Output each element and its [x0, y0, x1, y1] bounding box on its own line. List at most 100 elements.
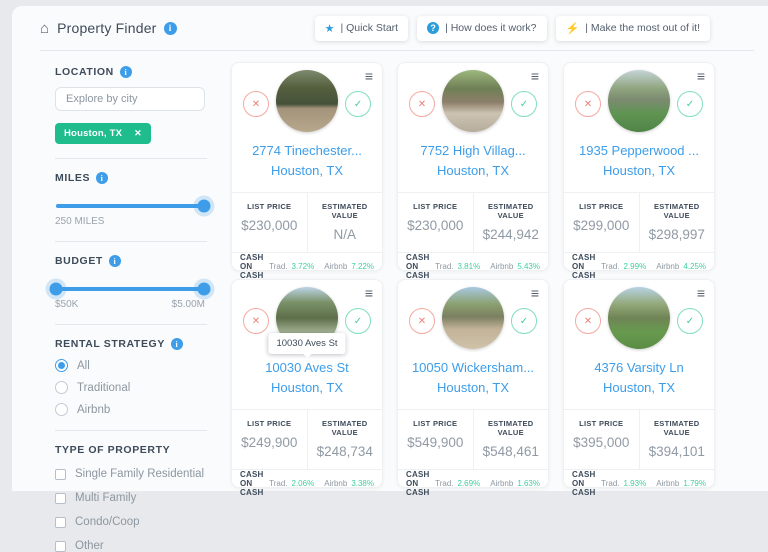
property-title-link[interactable]: 1935 Pepperwood ...: [570, 141, 708, 161]
card-titles: 2774 Tinechester... Houston, TX: [232, 137, 382, 192]
property-city-link[interactable]: Houston, TX: [404, 161, 542, 181]
city-search-input[interactable]: [55, 87, 205, 111]
property-photo[interactable]: [442, 70, 504, 132]
airbnb-pct: 3.38%: [351, 479, 374, 488]
radio-traditional[interactable]: Traditional: [55, 381, 218, 394]
budget-section-title: BUDGET i: [55, 255, 218, 267]
card-top: ✕ ✓: [564, 280, 714, 354]
location-info-icon[interactable]: i: [120, 66, 132, 78]
radio-all[interactable]: All: [55, 359, 218, 372]
property-city-link[interactable]: Houston, TX: [570, 378, 708, 398]
budget-min-value: $50K: [55, 299, 78, 310]
checkbox-other-control[interactable]: [55, 541, 66, 552]
budget-max-handle[interactable]: [198, 283, 211, 296]
radio-all-label: All: [77, 360, 90, 372]
info-icon[interactable]: i: [164, 22, 177, 35]
card-top: ✕ ✓: [564, 63, 714, 137]
checkbox-multi-family-control[interactable]: [55, 493, 66, 504]
quick-start-label: | Quick Start: [341, 22, 399, 34]
reject-property-button[interactable]: ✕: [409, 308, 435, 334]
property-city-link[interactable]: Houston, TX: [570, 161, 708, 181]
budget-info-icon[interactable]: i: [109, 255, 121, 267]
how-it-works-button[interactable]: ? | How does it work?: [417, 16, 546, 41]
cash-on-cash-label: CASH ON CASH: [406, 470, 431, 497]
cash-on-cash-row: CASH ON CASH Trad. 3.81% Airbnb 5.43%: [398, 252, 548, 280]
accept-property-button[interactable]: ✓: [511, 308, 537, 334]
location-tag[interactable]: Houston, TX ✕: [55, 123, 151, 144]
reject-property-button[interactable]: ✕: [575, 308, 601, 334]
checkbox-other[interactable]: Other: [55, 540, 218, 552]
budget-slider[interactable]: [56, 287, 204, 291]
miles-slider[interactable]: [56, 204, 204, 208]
airbnb-pct: 5.43%: [517, 262, 540, 271]
airbnb-pct: 1.79%: [683, 479, 706, 488]
location-section-title: LOCATION i: [55, 66, 218, 78]
list-price-stat: LIST PRICE $549,900: [398, 410, 474, 469]
make-most-button[interactable]: ⚡ | Make the most out of it!: [556, 16, 710, 41]
accept-property-button[interactable]: ✓: [345, 91, 371, 117]
cash-on-cash-label: CASH ON CASH: [572, 253, 597, 280]
property-title-link[interactable]: 10030 Aves St: [238, 358, 376, 378]
property-city-link[interactable]: Houston, TX: [238, 161, 376, 181]
accept-property-button[interactable]: ✓: [511, 91, 537, 117]
airbnb-label: Airbnb: [324, 479, 347, 488]
divider: [55, 324, 207, 325]
checkbox-single-family-control[interactable]: [55, 469, 66, 480]
quick-start-button[interactable]: ★ | Quick Start: [315, 16, 408, 41]
budget-min-handle[interactable]: [50, 283, 63, 296]
rental-strategy-info-icon[interactable]: i: [171, 338, 183, 350]
cash-on-cash-row: CASH ON CASH Trad. 2.99% Airbnb 4.25%: [564, 252, 714, 280]
card-top: ✕ ✓: [232, 63, 382, 137]
checkbox-other-label: Other: [75, 540, 104, 552]
property-card: ≡ ✕ ✓ 1935 Pepperwood ... Houston, TX LI…: [563, 62, 715, 271]
list-price-label: LIST PRICE: [234, 419, 305, 428]
checkbox-condo-coop[interactable]: Condo/Coop: [55, 516, 218, 528]
list-price-value: $395,000: [566, 435, 637, 450]
list-price-label: LIST PRICE: [234, 202, 305, 211]
estimated-value-value: $394,101: [642, 444, 713, 459]
property-photo[interactable]: [608, 70, 670, 132]
property-city-link[interactable]: Houston, TX: [238, 378, 376, 398]
list-price-value: $299,000: [566, 218, 637, 233]
reject-property-button[interactable]: ✕: [243, 91, 269, 117]
property-photo[interactable]: [608, 287, 670, 349]
radio-traditional-control[interactable]: [55, 381, 68, 394]
accept-property-button[interactable]: ✓: [677, 308, 703, 334]
page-title: Property Finder: [57, 20, 156, 36]
budget-slider-fill: [56, 287, 204, 291]
cash-on-cash-row: CASH ON CASH Trad. 1.93% Airbnb 1.79%: [564, 469, 714, 497]
reject-property-button[interactable]: ✕: [575, 91, 601, 117]
checkbox-multi-family[interactable]: Multi Family: [55, 492, 218, 504]
question-icon: ?: [427, 22, 439, 34]
trad-pct: 2.69%: [458, 479, 481, 488]
property-title-link[interactable]: 7752 High Villag...: [404, 141, 542, 161]
property-results-grid: ≡ ✕ ✓ 2774 Tinechester... Houston, TX LI…: [231, 62, 715, 488]
property-photo[interactable]: [442, 287, 504, 349]
miles-section-title: MILES i: [55, 172, 218, 184]
cash-on-cash-label: CASH ON CASH: [240, 470, 265, 497]
accept-property-button[interactable]: ✓: [345, 308, 371, 334]
list-price-stat: LIST PRICE $395,000: [564, 410, 640, 469]
reject-property-button[interactable]: ✕: [409, 91, 435, 117]
checkbox-condo-coop-control[interactable]: [55, 517, 66, 528]
trad-pct: 3.72%: [292, 262, 315, 271]
radio-all-control[interactable]: [55, 359, 68, 372]
estimated-value-label: ESTIMATED VALUE: [642, 202, 713, 220]
reject-property-button[interactable]: ✕: [243, 308, 269, 334]
radio-airbnb-control[interactable]: [55, 403, 68, 416]
card-top: ✕ ✓: [398, 63, 548, 137]
remove-tag-icon[interactable]: ✕: [134, 128, 142, 139]
miles-slider-handle[interactable]: [198, 200, 211, 213]
property-city-link[interactable]: Houston, TX: [404, 378, 542, 398]
checkbox-single-family[interactable]: Single Family Residential: [55, 468, 218, 480]
airbnb-pct: 7.22%: [351, 262, 374, 271]
property-title-link[interactable]: 10050 Wickersham...: [404, 358, 542, 378]
airbnb-label: Airbnb: [324, 262, 347, 271]
property-title-link[interactable]: 4376 Varsity Ln: [570, 358, 708, 378]
airbnb-pct: 1.63%: [517, 479, 540, 488]
property-title-link[interactable]: 2774 Tinechester...: [238, 141, 376, 161]
accept-property-button[interactable]: ✓: [677, 91, 703, 117]
property-photo[interactable]: [276, 70, 338, 132]
miles-info-icon[interactable]: i: [96, 172, 108, 184]
radio-airbnb[interactable]: Airbnb: [55, 403, 218, 416]
